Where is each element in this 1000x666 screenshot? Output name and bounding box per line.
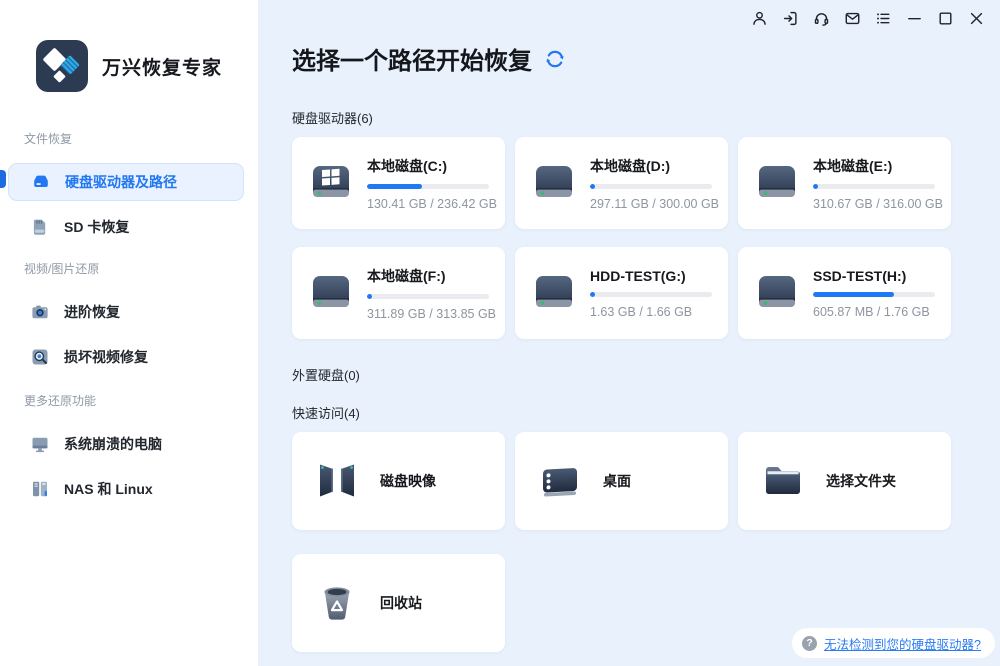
question-mark-icon: ? bbox=[802, 636, 817, 651]
account-button[interactable] bbox=[749, 8, 769, 28]
drive-capacity: 310.67 GB / 316.00 GB bbox=[813, 197, 935, 211]
drive-usage-bar bbox=[813, 184, 935, 189]
drive-card-h[interactable]: SSD-TEST(H:) 605.87 MB / 1.76 GB bbox=[738, 247, 951, 339]
sidebar-item-hard-drives[interactable]: 硬盘驱动器及路径 bbox=[8, 163, 244, 201]
sidebar-item-label: SD 卡恢复 bbox=[64, 217, 129, 237]
app-title: 万兴恢复专家 bbox=[102, 53, 222, 80]
drive-name: 本地磁盘(D:) bbox=[590, 156, 712, 176]
sign-in-icon bbox=[782, 10, 799, 27]
refresh-icon[interactable] bbox=[544, 48, 566, 70]
sidebar-section-more-functions: 更多还原功能 bbox=[24, 392, 258, 409]
disk-image-icon bbox=[314, 458, 360, 504]
local-disk-icon bbox=[531, 271, 577, 315]
drive-capacity: 297.11 GB / 300.00 GB bbox=[590, 197, 712, 211]
sidebar-item-label: 硬盘驱动器及路径 bbox=[65, 172, 177, 192]
desktop-icon bbox=[537, 458, 583, 504]
sidebar: 万兴恢复专家 文件恢复 硬盘驱动器及路径 SD 卡恢复 视频/图片还原 bbox=[0, 0, 258, 666]
sidebar-item-label: 进阶恢复 bbox=[64, 302, 120, 322]
page-title: 选择一个路径开始恢复 bbox=[292, 41, 532, 76]
maximize-icon bbox=[937, 10, 954, 27]
active-item-indicator bbox=[0, 170, 6, 188]
drive-usage-bar bbox=[367, 294, 489, 299]
camera-icon bbox=[30, 302, 50, 322]
quick-access-grid: 磁盘映像 桌面 bbox=[292, 432, 1000, 652]
sidebar-item-label: NAS 和 Linux bbox=[64, 479, 153, 499]
hard-drive-icon bbox=[31, 172, 51, 192]
sidebar-item-advanced-recovery[interactable]: 进阶恢复 bbox=[8, 293, 244, 331]
local-disk-icon bbox=[531, 161, 577, 205]
sidebar-item-video-repair[interactable]: 损坏视频修复 bbox=[8, 338, 244, 376]
sidebar-section-video-photo: 视频/图片还原 bbox=[24, 260, 258, 277]
menu-button[interactable] bbox=[873, 8, 893, 28]
titlebar bbox=[258, 0, 1000, 28]
maximize-button[interactable] bbox=[935, 8, 955, 28]
drive-card-d[interactable]: 本地磁盘(D:) 297.11 GB / 300.00 GB bbox=[515, 137, 728, 229]
nas-icon bbox=[30, 479, 50, 499]
drive-usage-bar bbox=[813, 292, 935, 297]
quick-access-label: 磁盘映像 bbox=[380, 471, 436, 491]
drive-name: HDD-TEST(G:) bbox=[590, 268, 712, 284]
support-button[interactable] bbox=[811, 8, 831, 28]
crashed-pc-icon bbox=[30, 434, 50, 454]
sidebar-section-file-recovery: 文件恢复 bbox=[24, 130, 258, 147]
sidebar-item-nas-linux[interactable]: NAS 和 Linux bbox=[8, 470, 244, 508]
help-link[interactable]: 无法检测到您的硬盘驱动器? bbox=[824, 634, 981, 653]
drive-card-e[interactable]: 本地磁盘(E:) 310.67 GB / 316.00 GB bbox=[738, 137, 951, 229]
quick-access-label: 选择文件夹 bbox=[826, 471, 896, 491]
section-label-hard-drives: 硬盘驱动器(6) bbox=[292, 108, 1000, 127]
sidebar-item-label: 损坏视频修复 bbox=[64, 347, 148, 367]
quick-access-select-folder[interactable]: 选择文件夹 bbox=[738, 432, 951, 530]
sign-in-button[interactable] bbox=[780, 8, 800, 28]
drive-capacity: 605.87 MB / 1.76 GB bbox=[813, 305, 935, 319]
local-disk-windows-icon bbox=[308, 161, 354, 205]
drive-usage-bar bbox=[590, 292, 712, 297]
app-logo-icon bbox=[36, 40, 88, 92]
sidebar-item-sd-card[interactable]: SD 卡恢复 bbox=[8, 208, 244, 246]
sidebar-item-label: 系统崩溃的电脑 bbox=[64, 434, 162, 454]
support-headset-icon bbox=[813, 10, 830, 27]
drive-capacity: 130.41 GB / 236.42 GB bbox=[367, 197, 489, 211]
section-label-external-drives: 外置硬盘(0) bbox=[292, 365, 1000, 384]
drive-card-c[interactable]: 本地磁盘(C:) 130.41 GB / 236.42 GB bbox=[292, 137, 505, 229]
folder-icon bbox=[760, 458, 806, 504]
close-icon bbox=[968, 10, 985, 27]
local-disk-icon bbox=[754, 161, 800, 205]
recycle-bin-icon bbox=[314, 580, 360, 626]
drive-name: SSD-TEST(H:) bbox=[813, 268, 935, 284]
video-repair-icon bbox=[30, 347, 50, 367]
app-window: 万兴恢复专家 文件恢复 硬盘驱动器及路径 SD 卡恢复 视频/图片还原 bbox=[0, 0, 1000, 666]
quick-access-desktop[interactable]: 桌面 bbox=[515, 432, 728, 530]
section-label-quick-access: 快速访问(4) bbox=[292, 403, 1000, 422]
quick-access-label: 桌面 bbox=[603, 471, 631, 491]
sd-card-icon bbox=[30, 217, 50, 237]
drive-name: 本地磁盘(E:) bbox=[813, 156, 935, 176]
menu-list-icon bbox=[875, 10, 892, 27]
quick-access-label: 回收站 bbox=[380, 593, 422, 613]
drive-capacity: 311.89 GB / 313.85 GB bbox=[367, 307, 489, 321]
drive-usage-bar bbox=[367, 184, 489, 189]
drive-name: 本地磁盘(F:) bbox=[367, 266, 489, 286]
drive-capacity: 1.63 GB / 1.66 GB bbox=[590, 305, 712, 319]
drive-usage-bar bbox=[590, 184, 712, 189]
local-disk-icon bbox=[308, 271, 354, 315]
account-icon bbox=[751, 10, 768, 27]
drive-card-g[interactable]: HDD-TEST(G:) 1.63 GB / 1.66 GB bbox=[515, 247, 728, 339]
feedback-mail-icon bbox=[844, 10, 861, 27]
quick-access-disk-image[interactable]: 磁盘映像 bbox=[292, 432, 505, 530]
drive-name: 本地磁盘(C:) bbox=[367, 156, 489, 176]
feedback-button[interactable] bbox=[842, 8, 862, 28]
quick-access-recycle-bin[interactable]: 回收站 bbox=[292, 554, 505, 652]
help-link-pill[interactable]: ? 无法检测到您的硬盘驱动器? bbox=[792, 628, 995, 658]
drive-grid: 本地磁盘(C:) 130.41 GB / 236.42 GB 本地磁盘(D:) bbox=[292, 137, 1000, 339]
local-disk-icon bbox=[754, 271, 800, 315]
minimize-icon bbox=[906, 10, 923, 27]
minimize-button[interactable] bbox=[904, 8, 924, 28]
main-area: 选择一个路径开始恢复 硬盘驱动器(6) bbox=[258, 0, 1000, 666]
close-button[interactable] bbox=[966, 8, 986, 28]
app-logo-row: 万兴恢复专家 bbox=[0, 0, 258, 92]
sidebar-item-crashed-computer[interactable]: 系统崩溃的电脑 bbox=[8, 425, 244, 463]
drive-card-f[interactable]: 本地磁盘(F:) 311.89 GB / 313.85 GB bbox=[292, 247, 505, 339]
